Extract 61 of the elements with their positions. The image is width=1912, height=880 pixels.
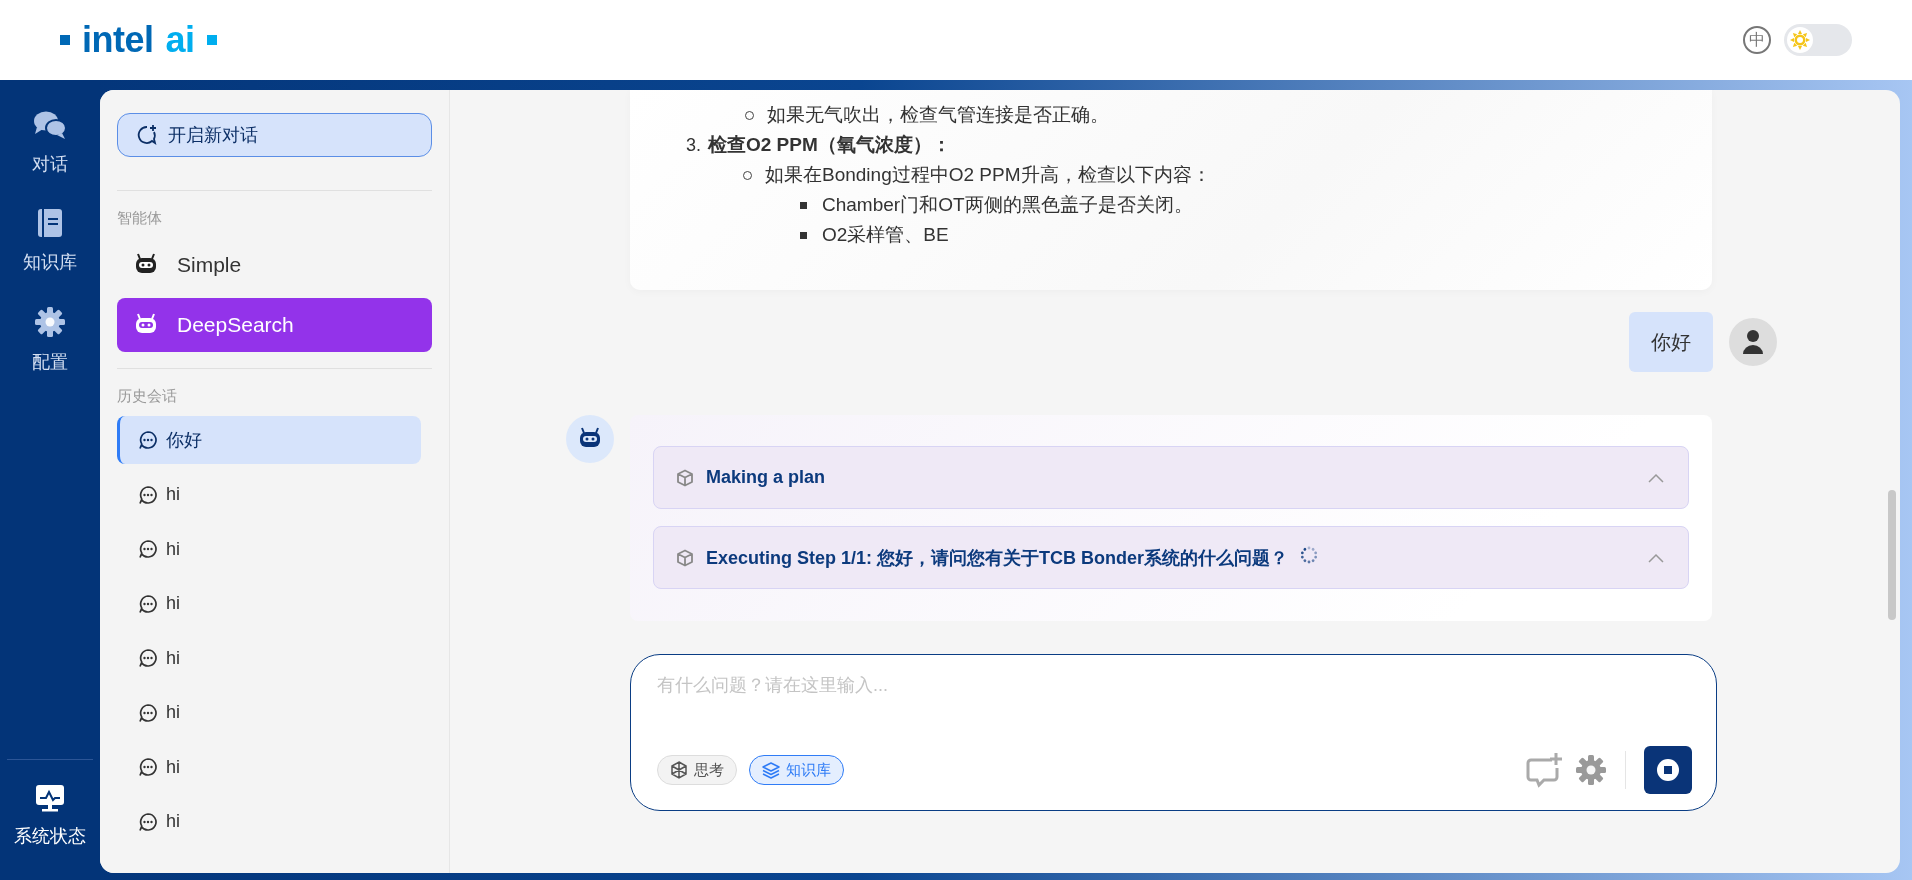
chat-plus-icon [1525,752,1563,788]
history-item[interactable]: 你好 [117,416,421,464]
toggle-chip[interactable]: 思考 [657,755,737,785]
chevron-up-icon [1648,552,1664,563]
user-avatar-icon [1742,329,1764,355]
cube-icon [676,468,694,487]
section-heading: 智能体 [117,209,163,228]
book-icon[interactable] [37,208,63,238]
nav-label[interactable]: 配置 [32,350,68,374]
chat-bubble-icon [138,430,158,450]
answer-text: 检查O2 PPM（氧气浓度）： [708,133,951,157]
stop-button[interactable] [1644,746,1692,794]
nav-label[interactable]: 对话 [32,152,68,176]
history-item[interactable]: hi [117,470,371,519]
cube-icon [676,548,694,567]
message-input[interactable]: 有什么问题？请在这里输入... 思考 知识库 [630,654,1717,811]
layers-icon [762,761,780,779]
history-item[interactable]: hi [117,525,371,573]
user-message: 你好 [1629,312,1713,372]
chat-bubbles-icon[interactable] [33,110,67,140]
nav-label[interactable]: 知识库 [23,250,77,274]
stop-icon [1656,758,1680,782]
new-chat-button[interactable]: 开启新对话 [117,113,432,157]
chat-bubble-icon [138,811,158,832]
step-panel[interactable]: Executing Step 1/1: 您好，请问您有关于TCB Bonder系统的什么问题？ [653,526,1689,589]
theme-toggle[interactable] [1784,24,1852,56]
bullet-icon [800,231,807,239]
language-button[interactable]: 中 [1743,26,1771,54]
answer-text: O2采样管、BE [822,223,949,247]
agent-item[interactable]: DeepSearch [117,298,432,352]
history-item[interactable]: hi [117,743,371,791]
chat-bubble-icon [138,539,158,559]
monitor-icon[interactable] [35,784,65,812]
settings-button[interactable] [1575,754,1607,786]
settings-icon[interactable] [34,306,66,338]
chat-plus-icon [136,124,158,146]
scrollbar-thumb[interactable] [1888,490,1896,620]
agent-item[interactable]: Simple [117,238,432,292]
answer-text: 如果在Bonding过程中O2 PPM升高，检查以下内容： [765,163,1211,187]
answer-text: 如果无气吹出，检查气管连接是否正确。 [767,103,1109,127]
logo: intel ai [60,19,217,61]
toggle-chip[interactable]: 知识库 [749,755,844,785]
section-heading: 历史会话 [117,387,178,406]
list-number: 3. [686,134,702,156]
chat-bubble-icon [138,648,158,668]
chat-bubble-icon [138,757,158,777]
hexagon-icon [670,761,688,779]
chat-bubble-icon [138,484,158,505]
history-item[interactable]: hi [117,579,371,628]
spinner-icon [1300,546,1319,564]
chat-bubble-icon [138,593,158,614]
history-item[interactable]: hi [117,634,371,682]
bullet-icon [800,201,807,209]
history-item[interactable]: hi [117,797,371,846]
chat-bubble-icon [138,702,158,723]
step-panel[interactable]: Making a plan [653,446,1689,509]
answer-text: Chamber门和OT两侧的黑色盖子是否关闭。 [822,193,1193,217]
nav-label[interactable]: 系统状态 [14,824,86,848]
sun-icon [1790,30,1810,50]
chevron-up-icon [1648,472,1664,483]
history-item[interactable]: hi [117,688,371,737]
